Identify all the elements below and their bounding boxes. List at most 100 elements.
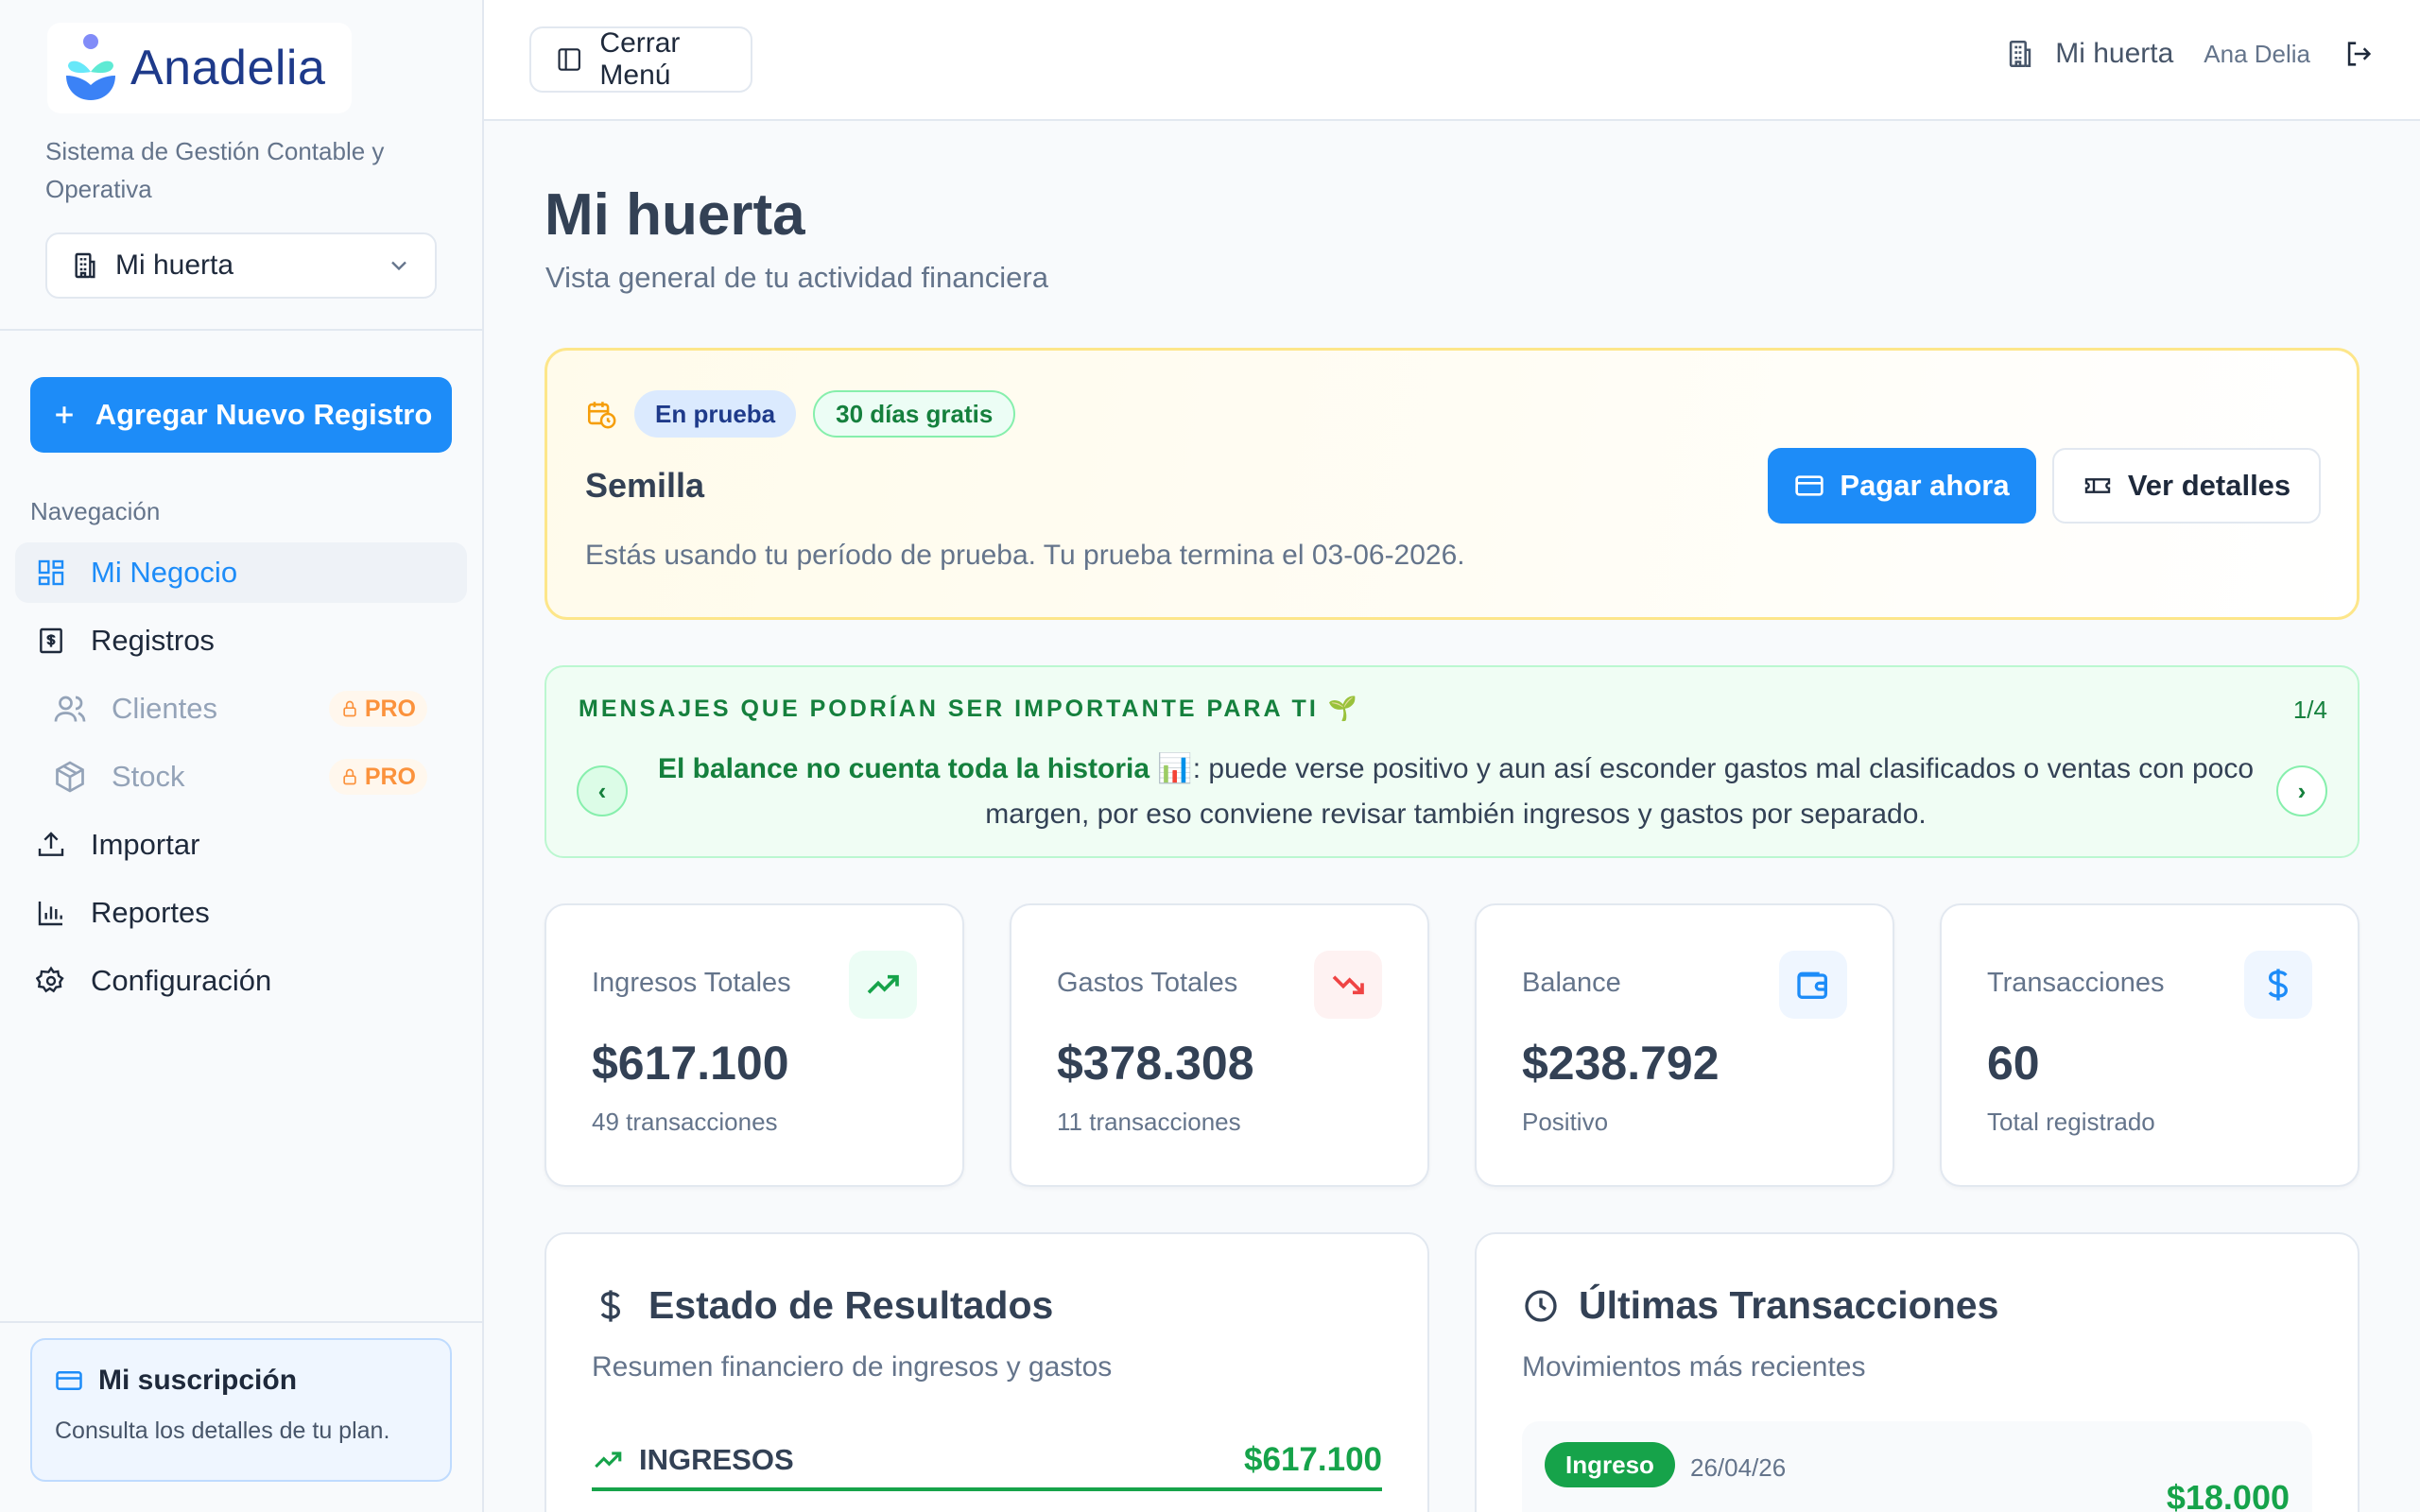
credit-card-icon bbox=[1795, 475, 1824, 496]
sidebar-item-label: Reportes bbox=[91, 896, 210, 929]
income-amount: $617.100 bbox=[1244, 1441, 1382, 1478]
pay-now-button[interactable]: Pagar ahora bbox=[1768, 448, 2036, 524]
wallet-icon bbox=[1779, 951, 1847, 1019]
brand-name: Anadelia bbox=[130, 41, 326, 95]
pay-now-label: Pagar ahora bbox=[1840, 469, 2010, 502]
tip-highlight: El balance no cuenta toda la historia 📊 bbox=[657, 753, 1193, 784]
stat-sub: Total registrado bbox=[1987, 1108, 2155, 1136]
lock-icon bbox=[343, 700, 356, 717]
sidebar-item-mi-negocio[interactable]: Mi Negocio bbox=[15, 542, 467, 603]
organization-select-value: Mi huerta bbox=[115, 249, 234, 281]
stat-sub: Positivo bbox=[1522, 1108, 1609, 1136]
calendar-clock-icon bbox=[587, 402, 616, 429]
lock-icon bbox=[343, 768, 356, 785]
tips-next-button[interactable]: › bbox=[2276, 765, 2327, 816]
trial-days-badge: 30 días gratis bbox=[813, 390, 1016, 438]
lotus-logo-icon bbox=[66, 34, 115, 100]
sidebar-item-label: Stock bbox=[112, 760, 185, 793]
building-icon bbox=[75, 252, 95, 279]
latest-transactions-panel: Últimas Transacciones Movimientos más re… bbox=[1475, 1232, 2360, 1512]
stat-sub: 49 transacciones bbox=[592, 1108, 778, 1136]
add-record-button[interactable]: Agregar Nuevo Registro bbox=[30, 377, 452, 453]
subscription-title: Mi suscripción bbox=[98, 1365, 298, 1396]
sidebar-item-clientes[interactable]: Clientes PRO bbox=[15, 679, 467, 739]
clock-icon bbox=[1525, 1289, 1557, 1322]
tips-heading: MENSAJES QUE PODRÍAN SER IMPORTANTE PARA… bbox=[579, 696, 1360, 722]
tagline: Sistema de Gestión Contable y Operativa bbox=[45, 137, 385, 203]
tips-counter: 1/4 bbox=[2292, 696, 2327, 724]
panel-title: Últimas Transacciones bbox=[1579, 1283, 1999, 1327]
tips-prev-button[interactable]: ‹ bbox=[577, 765, 628, 816]
stat-sub: 11 transacciones bbox=[1057, 1108, 1241, 1136]
user-name: Ana Delia bbox=[2204, 39, 2310, 68]
stat-card-transactions: Transacciones 60 Total registrado bbox=[1940, 903, 2360, 1187]
logout-icon[interactable] bbox=[2342, 38, 2375, 70]
trending-up-icon bbox=[849, 951, 917, 1019]
stat-value: $617.100 bbox=[592, 1037, 789, 1090]
trial-status-badge: En prueba bbox=[634, 390, 797, 438]
page-subtitle: Vista general de tu actividad financiera bbox=[545, 261, 1048, 294]
transaction-amount: $18.000 bbox=[2166, 1478, 2290, 1512]
organization-select[interactable]: Mi huerta bbox=[45, 232, 437, 299]
chevron-down-icon bbox=[391, 261, 406, 271]
stat-card-balance: Balance $238.792 Positivo bbox=[1475, 903, 1894, 1187]
sidebar-item-reportes[interactable]: Reportes bbox=[15, 883, 467, 943]
users-icon bbox=[54, 696, 86, 722]
page-title: Mi huerta bbox=[544, 182, 805, 248]
nav-section-label: Navegación bbox=[30, 497, 161, 525]
dashboard-icon bbox=[38, 559, 64, 586]
sidebar-item-label: Clientes bbox=[112, 692, 217, 725]
brand-logo[interactable]: Anadelia bbox=[47, 23, 352, 113]
sidebar-item-label: Mi Negocio bbox=[91, 556, 238, 589]
upload-icon bbox=[38, 832, 64, 856]
stat-label: Ingresos Totales bbox=[592, 968, 791, 998]
receipt-icon bbox=[40, 627, 62, 654]
panel-subtitle: Movimientos más recientes bbox=[1522, 1351, 1866, 1383]
stat-value: $238.792 bbox=[1522, 1037, 1720, 1090]
gear-icon bbox=[36, 966, 64, 993]
tips-carousel: MENSAJES QUE PODRÍAN SER IMPORTANTE PARA… bbox=[544, 665, 2360, 858]
current-organization: Mi huerta bbox=[2055, 38, 2174, 69]
plus-icon bbox=[55, 406, 73, 423]
sidebar-item-configuracion[interactable]: Configuración bbox=[15, 951, 467, 1011]
chevron-right-icon: › bbox=[2297, 776, 2307, 805]
credit-card-icon bbox=[56, 1371, 82, 1390]
pro-badge-label: PRO bbox=[364, 695, 416, 722]
panel-title: Estado de Resultados bbox=[648, 1283, 1054, 1327]
dollar-icon bbox=[2244, 951, 2312, 1019]
ticket-icon bbox=[2084, 478, 2111, 493]
sidebar-toggle-icon bbox=[558, 48, 580, 71]
dollar-icon bbox=[600, 1289, 621, 1322]
stat-label: Transacciones bbox=[1987, 968, 2165, 998]
subscription-card[interactable]: Mi suscripción Consulta los detalles de … bbox=[30, 1338, 452, 1482]
transaction-item[interactable]: Ingreso 26/04/26 $18.000 bbox=[1522, 1421, 2312, 1512]
income-row: INGRESOS $617.100 bbox=[592, 1433, 1382, 1491]
stat-label: Balance bbox=[1522, 968, 1621, 998]
sidebar-item-registros[interactable]: Registros bbox=[15, 610, 467, 671]
panel-subtitle: Resumen financiero de ingresos y gastos bbox=[592, 1351, 1113, 1383]
pro-badge: PRO bbox=[328, 759, 427, 795]
close-menu-label: Cerrar Menú bbox=[599, 27, 681, 91]
add-record-label: Agregar Nuevo Registro bbox=[95, 398, 433, 431]
pro-badge: PRO bbox=[328, 691, 427, 727]
income-statement-panel: Estado de Resultados Resumen financiero … bbox=[544, 1232, 1429, 1512]
topbar: Cerrar Menú Mi huerta Ana Delia bbox=[484, 0, 2420, 121]
sidebar-item-stock[interactable]: Stock PRO bbox=[15, 747, 467, 807]
tip-text: El balance no cuenta toda la historia 📊:… bbox=[652, 747, 2259, 837]
plan-name: Semilla bbox=[585, 466, 705, 505]
sidebar-item-importar[interactable]: Importar bbox=[15, 815, 467, 875]
income-label: INGRESOS bbox=[639, 1443, 794, 1476]
building-icon bbox=[2010, 40, 2031, 68]
trending-up-icon bbox=[595, 1452, 622, 1469]
close-menu-button[interactable]: Cerrar Menú bbox=[529, 26, 752, 93]
view-details-button[interactable]: Ver detalles bbox=[2052, 448, 2321, 524]
sidebar-item-label: Registros bbox=[91, 624, 215, 657]
stat-value: $378.308 bbox=[1057, 1037, 1254, 1090]
sidebar-item-label: Importar bbox=[91, 828, 200, 861]
bar-chart-icon bbox=[38, 902, 62, 926]
sidebar-footer-divider bbox=[0, 1321, 482, 1323]
sidebar-divider bbox=[0, 329, 482, 331]
chevron-left-icon: ‹ bbox=[597, 776, 607, 805]
stat-card-income: Ingresos Totales $617.100 49 transaccion… bbox=[544, 903, 964, 1187]
trending-down-icon bbox=[1314, 951, 1382, 1019]
